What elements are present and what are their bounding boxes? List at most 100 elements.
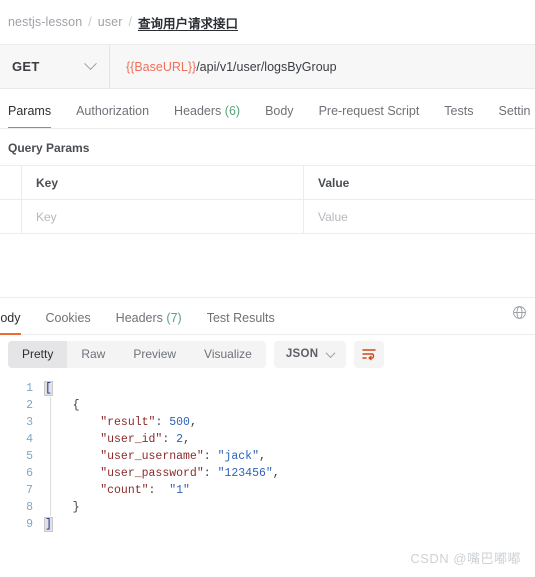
breadcrumb-folder[interactable]: user <box>98 15 123 29</box>
code-token: , <box>183 433 190 446</box>
chevron-down-icon <box>325 347 336 358</box>
http-method-selector[interactable]: GET <box>0 45 110 88</box>
row-checkbox[interactable] <box>0 200 22 233</box>
tab-label: Tests <box>444 104 474 118</box>
column-header-value: Value <box>318 175 350 190</box>
segment-visualize[interactable]: Visualize <box>190 341 266 368</box>
breadcrumb-collection[interactable]: nestjs-lesson <box>8 15 82 29</box>
line-number: 7 <box>26 484 33 497</box>
code-token: , <box>272 467 280 480</box>
tab-headers[interactable]: Headers (6) <box>174 104 253 128</box>
word-wrap-icon[interactable] <box>354 340 385 368</box>
response-tab-bar: Body Cookies Headers (7) Test Results <box>0 297 535 335</box>
query-params-heading: Query Params <box>8 141 90 155</box>
watermark: CSDN @嘴巴嘟嘟 <box>410 551 521 566</box>
line-number: 2 <box>26 399 33 412</box>
request-url-bar: GET {{BaseURL}}/api/v1/user/logsByGroup <box>0 45 535 89</box>
code-line: "user_password": "123456", <box>45 465 535 482</box>
response-headers-count: (7) <box>166 311 182 325</box>
code-token: "1" <box>169 484 190 497</box>
response-tab-cookies[interactable]: Cookies <box>46 311 91 334</box>
tab-tests[interactable]: Tests <box>444 104 486 128</box>
tab-authorization[interactable]: Authorization <box>76 104 162 128</box>
line-number: 8 <box>26 501 33 514</box>
line-number: 9 <box>26 518 33 531</box>
code-token: "123456" <box>217 467 273 480</box>
response-format-dropdown[interactable]: JSON <box>273 340 347 368</box>
table-row: Key Value <box>0 200 535 234</box>
code-line: "user_username": "jack", <box>45 448 535 465</box>
code-token: : <box>148 484 170 497</box>
table-header-row: Key Value <box>0 166 535 200</box>
code-line: "count": "1" <box>45 482 535 499</box>
code-token: : <box>203 450 218 463</box>
code-token: { <box>72 399 80 412</box>
line-number: 1 <box>26 382 33 395</box>
code-line: { <box>45 397 535 414</box>
tab-body[interactable]: Body <box>265 104 307 128</box>
format-label: JSON <box>285 348 319 360</box>
line-number: 6 <box>26 467 33 480</box>
code-token: ] <box>44 517 53 532</box>
response-tab-headers[interactable]: Headers (7) <box>116 311 182 334</box>
chevron-down-icon <box>84 57 97 71</box>
param-key-input[interactable]: Key <box>22 200 304 233</box>
param-value-placeholder: Value <box>318 209 348 224</box>
param-key-placeholder: Key <box>36 209 57 224</box>
tab-pre-request-script[interactable]: Pre-request Script <box>319 104 433 128</box>
json-code-content[interactable]: [ { "result": 500, "user_id": 2, "user_u… <box>44 380 535 533</box>
http-method-label: GET <box>12 59 40 74</box>
tab-label: Headers <box>174 104 222 118</box>
code-line: "result": 500, <box>45 414 535 431</box>
tab-label: Body <box>0 311 21 325</box>
code-token: "count" <box>100 484 149 497</box>
code-token: : <box>155 416 170 429</box>
line-number-gutter: 1 2 3 4 5 6 7 8 9 <box>0 380 45 533</box>
url-input[interactable]: {{BaseURL}}/api/v1/user/logsByGroup <box>110 45 535 88</box>
tab-label: Pre-request Script <box>318 104 420 118</box>
tab-label: Authorization <box>76 104 150 118</box>
url-path: /api/v1/user/logsByGroup <box>196 59 337 74</box>
code-token: "user_id" <box>100 433 163 446</box>
line-number: 4 <box>26 433 33 446</box>
code-line: "user_id": 2, <box>45 431 535 448</box>
segment-pretty[interactable]: Pretty <box>8 340 68 368</box>
code-line: [ <box>44 380 535 397</box>
code-token: : <box>162 433 177 446</box>
tab-headers-count: (6) <box>224 104 241 118</box>
code-token: 500 <box>169 416 190 429</box>
response-view-segments: Pretty Raw Preview Visualize <box>8 340 266 368</box>
breadcrumb-request-name[interactable]: 查询用户请求接口 <box>138 13 238 32</box>
tab-label: Test Results <box>206 311 275 325</box>
request-tab-bar: Params Authorization Headers (6) Body Pr… <box>0 89 535 129</box>
tab-settings[interactable]: Settin <box>498 104 535 128</box>
tab-label: Body <box>265 104 294 118</box>
param-value-input[interactable]: Value <box>304 200 535 233</box>
code-line: } <box>45 499 535 516</box>
breadcrumb: nestjs-lesson / user / 查询用户请求接口 <box>0 0 535 44</box>
segment-raw[interactable]: Raw <box>67 341 119 368</box>
line-number: 5 <box>26 450 33 463</box>
response-tab-test-results[interactable]: Test Results <box>207 311 275 334</box>
breadcrumb-separator: / <box>88 15 92 29</box>
code-token: } <box>72 501 80 514</box>
response-body-viewer[interactable]: 1 2 3 4 5 6 7 8 9 [ { "result": 500, "us… <box>0 373 535 533</box>
segment-preview[interactable]: Preview <box>119 341 190 368</box>
code-token: "result" <box>100 416 156 429</box>
response-tab-body[interactable]: Body <box>0 311 21 335</box>
tab-label: Cookies <box>45 311 91 325</box>
code-token: [ <box>44 381 53 396</box>
code-line: ] <box>44 516 535 533</box>
code-token: , <box>258 450 266 463</box>
globe-icon[interactable] <box>512 305 527 325</box>
tab-label: Settin <box>498 104 531 118</box>
line-number: 3 <box>26 416 33 429</box>
tab-label: Params <box>8 104 52 118</box>
tab-params[interactable]: Params <box>8 104 64 128</box>
breadcrumb-separator: / <box>128 15 132 29</box>
panel-spacer <box>0 234 535 297</box>
